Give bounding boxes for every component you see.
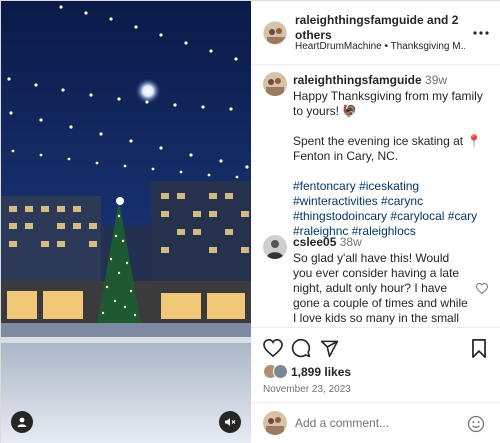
post-photo[interactable] xyxy=(1,1,251,443)
share-button[interactable] xyxy=(317,336,341,360)
caption-header: raleighthingsfamguide 39w xyxy=(293,73,493,88)
hashtag-link[interactable]: #winteractivities xyxy=(293,194,378,208)
hashtag-link[interactable]: #carylocal xyxy=(390,209,444,223)
account-link[interactable]: raleighthingsfamguide xyxy=(295,13,424,27)
send-paper-plane-icon xyxy=(320,340,338,357)
commenter-avatar[interactable] xyxy=(263,235,287,259)
save-button[interactable] xyxy=(467,336,491,360)
caption-hashtags: #fentoncary #iceskating #winteractivitie… xyxy=(293,179,493,239)
caption-block: raleighthingsfamguide 39w Happy Thanksgi… xyxy=(293,73,493,239)
heart-icon xyxy=(263,339,283,357)
comment-username[interactable]: cslee05 xyxy=(293,235,336,249)
more-options-button[interactable] xyxy=(471,25,491,41)
more-horizontal-icon xyxy=(473,31,489,35)
post-date[interactable]: November 23, 2023 xyxy=(263,383,351,396)
hashtag-link[interactable]: #carync xyxy=(381,194,423,208)
caption-greeting: Happy Thanksgiving from my family to you… xyxy=(293,89,483,118)
profile-picture-icon xyxy=(263,411,287,435)
person-icon xyxy=(17,417,27,427)
caption-time[interactable]: 39w xyxy=(425,73,447,87)
user-tags-button[interactable] xyxy=(11,411,33,433)
emoji-button[interactable] xyxy=(465,413,487,435)
comment-input[interactable] xyxy=(295,414,455,432)
hashtag-link[interactable]: #cary xyxy=(448,209,477,223)
add-comment-bar xyxy=(251,402,500,443)
header-title: raleighthingsfamguide and 2 others xyxy=(295,13,491,43)
smiley-icon xyxy=(467,415,485,433)
avatar[interactable] xyxy=(263,21,287,45)
speaker-muted-icon xyxy=(225,418,236,426)
comment-time[interactable]: 38w xyxy=(340,235,362,249)
comment-block: cslee05 38w So glad y'all have this! Wou… xyxy=(293,235,469,327)
likes-count[interactable]: 1,899 likes xyxy=(291,365,351,380)
hashtag-link[interactable]: #thingstodoincary xyxy=(293,209,387,223)
comment-text: So glad y'all have this! Would you ever … xyxy=(293,251,468,327)
hashtag-link[interactable]: #fentoncary xyxy=(293,179,356,193)
caption-location-text: Spent the evening ice skating at 📍 Fento… xyxy=(293,134,482,163)
profile-picture-icon xyxy=(263,235,287,259)
audio-link[interactable]: HeartDrumMachine • Thanksgiving M... xyxy=(295,41,465,53)
like-button[interactable] xyxy=(261,336,285,360)
hashtag-link[interactable]: #iceskating xyxy=(359,179,419,193)
comment-bubble-icon xyxy=(291,338,311,358)
instagram-post-dialog: raleighthingsfamguide and 2 others Heart… xyxy=(0,0,500,443)
mute-button[interactable] xyxy=(219,411,241,433)
current-user-avatar xyxy=(263,411,287,435)
comment-button[interactable] xyxy=(289,336,313,360)
post-actions: 1,899 likes November 23, 2023 xyxy=(251,327,500,402)
comment-like-button[interactable] xyxy=(475,281,489,295)
comments-list[interactable]: raleighthingsfamguide 39w Happy Thanksgi… xyxy=(251,65,500,327)
profile-picture-icon xyxy=(264,22,286,44)
caption-avatar[interactable] xyxy=(263,72,287,96)
bookmark-icon xyxy=(472,338,486,358)
ice-rink-scene xyxy=(1,1,251,443)
comment-header: cslee05 38w xyxy=(293,235,469,250)
caption-username[interactable]: raleighthingsfamguide xyxy=(293,73,422,87)
heart-icon xyxy=(476,282,488,294)
post-header: raleighthingsfamguide and 2 others Heart… xyxy=(251,1,500,65)
post-details-panel: raleighthingsfamguide and 2 others Heart… xyxy=(251,1,500,443)
avatar xyxy=(273,364,288,379)
liked-by-avatars[interactable] xyxy=(263,364,293,380)
profile-picture-icon xyxy=(263,72,287,96)
